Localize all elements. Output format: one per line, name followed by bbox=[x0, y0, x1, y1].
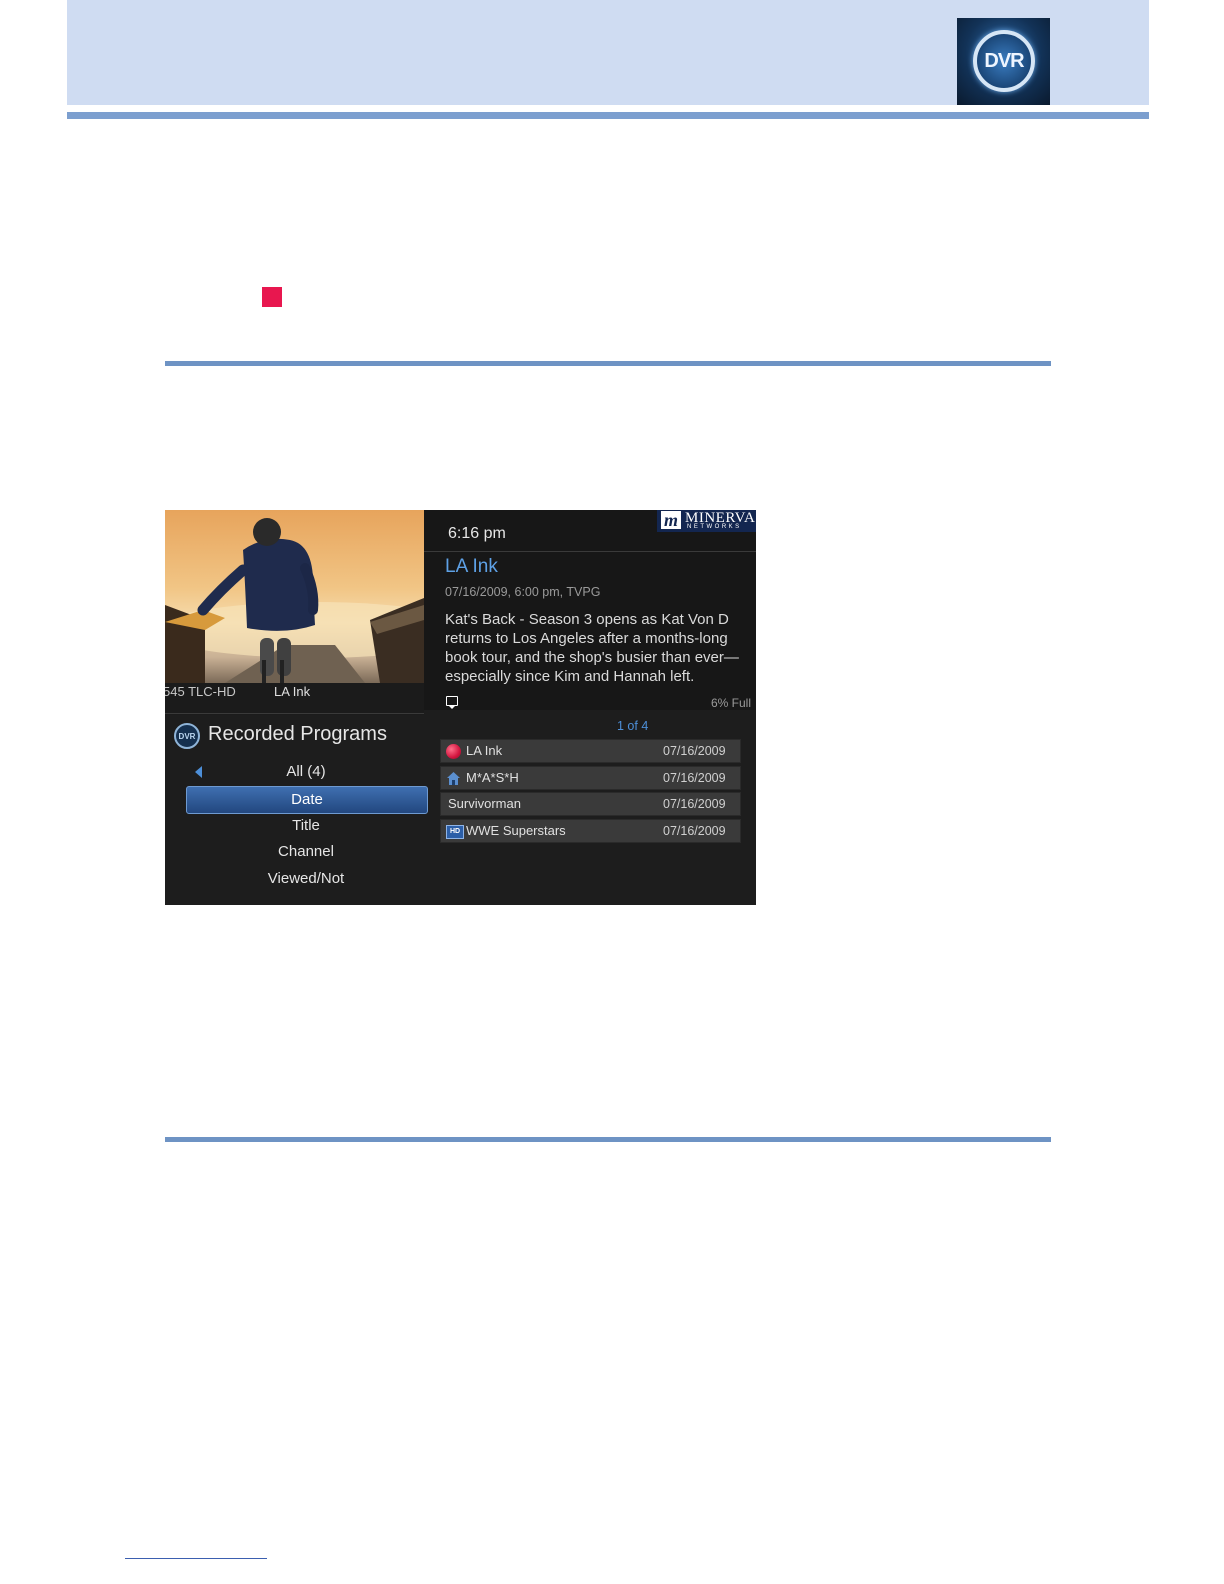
dvr-logo-tile: DVR bbox=[957, 18, 1050, 105]
recording-row[interactable]: M*A*S*H 07/16/2009 bbox=[440, 766, 741, 790]
recording-row[interactable]: HD WWE Superstars 07/16/2009 bbox=[440, 819, 741, 843]
program-title: LA Ink bbox=[445, 556, 498, 577]
page-indicator: 1 of 4 bbox=[617, 719, 649, 733]
minerva-logo-sub: NETWORKS bbox=[687, 524, 742, 530]
program-meta: 07/16/2009, 6:00 pm, TVPG bbox=[445, 585, 601, 599]
disk-usage: 6% Full bbox=[710, 696, 751, 710]
dvr-logo-text: DVR bbox=[984, 49, 1024, 72]
hd-badge-icon: HD bbox=[446, 825, 464, 839]
recording-date: 07/16/2009 bbox=[663, 797, 726, 811]
recording-date: 07/16/2009 bbox=[663, 744, 726, 758]
closed-caption-icon bbox=[446, 696, 458, 709]
dvr-screen: 545 TLC-HD LA Ink 6:16 pm m MINERVA NETW… bbox=[165, 510, 756, 905]
dvr-icon: DVR bbox=[174, 723, 200, 749]
minerva-logo-mark: m bbox=[661, 511, 681, 529]
header-rule bbox=[67, 112, 1149, 119]
dvr-icon-text: DVR bbox=[178, 731, 196, 741]
menu-item-all[interactable]: All (4) bbox=[186, 759, 426, 785]
menu-item-title[interactable]: Title bbox=[186, 813, 426, 839]
section-rule-top bbox=[165, 361, 1051, 366]
clock: 6:16 pm bbox=[448, 525, 506, 542]
info-divider bbox=[424, 551, 756, 552]
minerva-logo: m MINERVA NETWORKS bbox=[657, 510, 756, 532]
channel-label: 545 TLC-HD bbox=[165, 684, 236, 699]
section-rule-bottom bbox=[165, 1137, 1051, 1142]
video-scene-image bbox=[165, 518, 424, 683]
video-preview bbox=[165, 510, 424, 683]
recording-row[interactable]: LA Ink 07/16/2009 bbox=[440, 739, 741, 763]
recording-title: LA Ink bbox=[466, 743, 503, 758]
menu-item-date[interactable]: Date bbox=[186, 786, 428, 814]
recording-date: 07/16/2009 bbox=[663, 824, 726, 838]
menu-item-channel[interactable]: Channel bbox=[186, 839, 426, 865]
program-description: Kat's Back - Season 3 opens as Kat Von D… bbox=[445, 611, 739, 685]
caption-program-name: LA Ink bbox=[274, 684, 311, 699]
footer-link-underline bbox=[125, 1558, 267, 1559]
recording-title: M*A*S*H bbox=[466, 770, 519, 785]
menu-item-viewed-not[interactable]: Viewed/Not bbox=[186, 866, 426, 892]
dvr-logo-icon: DVR bbox=[973, 30, 1035, 92]
recording-dot-icon bbox=[446, 744, 461, 759]
recording-date: 07/16/2009 bbox=[663, 771, 726, 785]
menu-title: Recorded Programs bbox=[208, 723, 387, 745]
recording-title: Survivorman bbox=[448, 796, 521, 811]
recording-row[interactable]: Survivorman 07/16/2009 bbox=[440, 792, 741, 816]
red-button-icon bbox=[262, 287, 282, 307]
menu-divider bbox=[165, 713, 424, 714]
house-icon bbox=[447, 772, 460, 785]
recording-title: WWE Superstars bbox=[466, 823, 566, 838]
